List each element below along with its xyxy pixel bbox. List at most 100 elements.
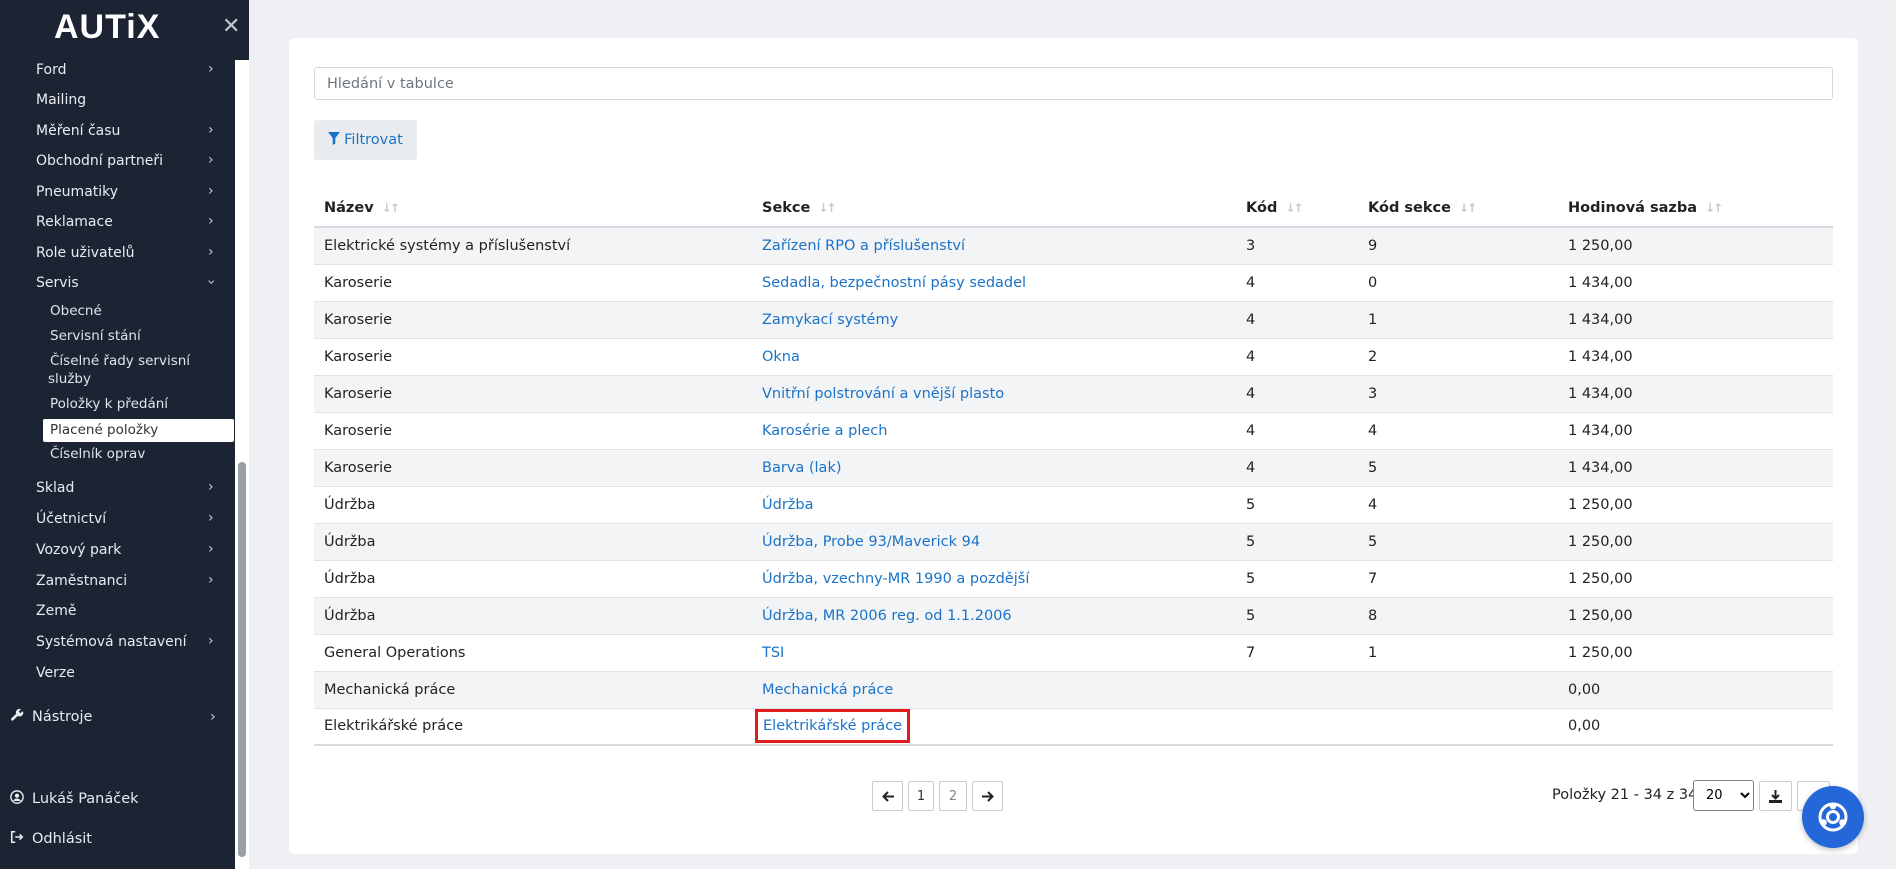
sidebar-subitem-placene-polozky[interactable]: Placené položky bbox=[43, 419, 234, 442]
table-row[interactable]: Karoserie Vnitřní polstrování a vnější pl… bbox=[314, 375, 1833, 413]
sidebar-subitem-ciselne-rady[interactable]: Číselné řady servisní bbox=[50, 353, 190, 369]
sidebar-item-label: Zaměstnanci bbox=[36, 573, 128, 589]
sekce-link[interactable]: Barva (lak) bbox=[762, 460, 842, 476]
sekce-link[interactable]: Údržba, Probe 93/Maverick 94 bbox=[762, 534, 980, 550]
chevron-right-icon: › bbox=[208, 541, 214, 557]
prev-page-button[interactable] bbox=[872, 781, 903, 811]
sidebar-item-ucetnictvi[interactable]: Účetnictví › bbox=[0, 505, 234, 533]
sidebar-item-nastroje[interactable]: Nástroje › bbox=[10, 708, 232, 726]
table-row[interactable]: General Operations TSI 7 1 1 250,00 bbox=[314, 634, 1833, 672]
column-header-nazev[interactable]: Název ↓↑ bbox=[314, 189, 752, 228]
table-row[interactable]: Údržba Údržba, MR 2006 reg. od 1.1.2006 5 8… bbox=[314, 597, 1833, 635]
sidebar-item-sklad[interactable]: Sklad › bbox=[0, 474, 234, 502]
sidebar-item-ford[interactable]: Ford › bbox=[0, 56, 234, 84]
sidebar-item-label: Servis bbox=[36, 275, 79, 291]
page-size-select[interactable]: 20 bbox=[1693, 780, 1754, 811]
sekce-link[interactable]: TSI bbox=[762, 645, 784, 661]
chevron-right-icon: › bbox=[208, 61, 214, 77]
page-button-1[interactable]: 1 bbox=[908, 781, 934, 811]
page-number: 2 bbox=[948, 788, 958, 804]
sidebar-subitem-label: Placené položky bbox=[50, 422, 159, 438]
sidebar-subitem-obecne[interactable]: Obecné bbox=[50, 303, 102, 319]
sekce-link[interactable]: Zamykací systémy bbox=[762, 312, 898, 328]
sekce-link[interactable]: Sedadla, bezpečnostní pásy sedadel bbox=[762, 275, 1026, 291]
sidebar-item-servis[interactable]: Servis › bbox=[0, 269, 234, 297]
table-row[interactable]: Karoserie Barva (lak) 4 5 1 434,00 bbox=[314, 449, 1833, 487]
support-button[interactable] bbox=[1802, 786, 1864, 848]
table-row[interactable]: Údržba Údržba, vzechny-MR 1990 a pozdější… bbox=[314, 560, 1833, 598]
cell-kod: 4 bbox=[1236, 338, 1358, 376]
cell-hodinova-sazba: 1 250,00 bbox=[1558, 634, 1833, 672]
cell-sekce: TSI bbox=[752, 634, 1236, 672]
user-profile[interactable]: Lukáš Panáček bbox=[10, 790, 139, 808]
user-circle-icon bbox=[10, 790, 24, 808]
close-icon[interactable]: ✕ bbox=[222, 16, 240, 38]
sidebar-item-role-uzivatelu[interactable]: Role uživatelů › bbox=[0, 239, 234, 267]
sidebar-item-mailing[interactable]: Mailing bbox=[0, 86, 234, 114]
cell-hodinova-sazba: 1 250,00 bbox=[1558, 227, 1833, 265]
cell-kod-sekce: 4 bbox=[1358, 412, 1558, 450]
cell-kod: 3 bbox=[1236, 227, 1358, 265]
download-button[interactable] bbox=[1759, 781, 1792, 811]
cell-kod-sekce: 1 bbox=[1358, 634, 1558, 672]
sekce-link[interactable]: Údržba bbox=[762, 497, 813, 513]
sidebar-item-vozovy-park[interactable]: Vozový park › bbox=[0, 536, 234, 564]
column-header-hodinova-sazba[interactable]: Hodinová sazba ↓↑ bbox=[1558, 189, 1833, 228]
sort-icon: ↓↑ bbox=[1705, 200, 1723, 215]
sekce-link[interactable]: Karosérie a plech bbox=[762, 423, 887, 439]
column-header-kod-sekce[interactable]: Kód sekce ↓↑ bbox=[1358, 189, 1558, 228]
logout-button[interactable]: Odhlásit bbox=[10, 830, 92, 848]
table-row[interactable]: Mechanická práce Mechanická práce 0,00 bbox=[314, 671, 1833, 709]
cell-kod-sekce: 1 bbox=[1358, 301, 1558, 339]
column-header-sekce[interactable]: Sekce ↓↑ bbox=[752, 189, 1236, 228]
table-search-input[interactable] bbox=[314, 67, 1833, 100]
sidebar-subitem-servisni-stani[interactable]: Servisní stání bbox=[50, 328, 141, 344]
data-table: Název ↓↑ Sekce ↓↑ Kód ↓↑ Kód sekce ↓↑ Hodino… bbox=[314, 189, 1833, 746]
sidebar-item-pneumatiky[interactable]: Pneumatiky › bbox=[0, 178, 234, 206]
filter-button-label: Filtrovat bbox=[344, 132, 403, 148]
sekce-link[interactable]: Údržba, vzechny-MR 1990 a pozdější bbox=[762, 571, 1029, 587]
sidebar-item-zeme[interactable]: Země bbox=[0, 597, 234, 625]
cell-nazev: Karoserie bbox=[314, 412, 752, 450]
table-row[interactable]: Údržba Údržba, Probe 93/Maverick 94 5 5 1 25… bbox=[314, 523, 1833, 561]
table-row[interactable]: Karoserie Zamykací systémy 4 1 1 434,00 bbox=[314, 301, 1833, 339]
sidebar-item-mereni-casu[interactable]: Měření času › bbox=[0, 117, 234, 145]
page-button-2[interactable]: 2 bbox=[939, 781, 967, 811]
cell-hodinova-sazba: 0,00 bbox=[1558, 671, 1833, 709]
cell-sekce: Mechanická práce bbox=[752, 671, 1236, 709]
sidebar-item-obchodni-partneri[interactable]: Obchodní partneři › bbox=[0, 147, 234, 175]
table-row[interactable]: Karoserie Okna 4 2 1 434,00 bbox=[314, 338, 1833, 376]
filter-button[interactable]: Filtrovat bbox=[314, 120, 417, 160]
sekce-link[interactable]: Vnitřní polstrování a vnější plasto bbox=[762, 386, 1004, 402]
column-header-kod[interactable]: Kód ↓↑ bbox=[1236, 189, 1358, 228]
cell-sekce: Údržba, vzechny-MR 1990 a pozdější bbox=[752, 560, 1236, 598]
table-row[interactable]: Údržba Údržba 5 4 1 250,00 bbox=[314, 486, 1833, 524]
next-page-button[interactable] bbox=[972, 781, 1003, 811]
cell-kod-sekce bbox=[1358, 671, 1558, 709]
sidebar-item-label: Role uživatelů bbox=[36, 245, 135, 261]
cell-kod-sekce: 2 bbox=[1358, 338, 1558, 376]
sidebar-item-systemova-nastaveni[interactable]: Systémová nastavení › bbox=[0, 628, 234, 656]
table-row[interactable]: Karoserie Karosérie a plech 4 4 1 434,00 bbox=[314, 412, 1833, 450]
sekce-link[interactable]: Elektrikářské práce bbox=[754, 709, 911, 744]
sekce-link[interactable]: Zařízení RPO a příslušenství bbox=[762, 238, 965, 254]
cell-hodinova-sazba: 1 434,00 bbox=[1558, 301, 1833, 339]
sekce-link[interactable]: Údržba, MR 2006 reg. od 1.1.2006 bbox=[762, 608, 1012, 624]
column-header-label: Sekce bbox=[762, 199, 811, 216]
main-card: Filtrovat Název ↓↑ Sekce ↓↑ Kód ↓↑ Kód sekc… bbox=[289, 38, 1864, 854]
sidebar-item-reklamace[interactable]: Reklamace › bbox=[0, 208, 234, 236]
sidebar-subitem-ciselnik-oprav[interactable]: Číselník oprav bbox=[50, 446, 145, 462]
cell-hodinova-sazba: 0,00 bbox=[1558, 708, 1833, 746]
sidebar-item-zamestnanci[interactable]: Zaměstnanci › bbox=[0, 567, 234, 595]
sekce-link[interactable]: Mechanická práce bbox=[762, 682, 893, 698]
sidebar-subitem-ciselne-rady-cont[interactable]: služby bbox=[48, 371, 91, 387]
sidebar-item-verze[interactable]: Verze bbox=[0, 659, 234, 687]
cell-kod-sekce: 5 bbox=[1358, 523, 1558, 561]
table-row[interactable]: Karoserie Sedadla, bezpečnostní pásy seda… bbox=[314, 264, 1833, 302]
table-row[interactable]: Elektrické systémy a příslušenství Zaříze… bbox=[314, 227, 1833, 265]
cell-nazev: Karoserie bbox=[314, 301, 752, 339]
sidebar-subitem-polozky-k-predani[interactable]: Položky k předání bbox=[50, 396, 168, 412]
table-row[interactable]: Elektrikářské práce Elektrikářské práce 0,… bbox=[314, 708, 1833, 746]
sidebar-scrollbar-thumb[interactable] bbox=[238, 462, 246, 857]
sekce-link[interactable]: Okna bbox=[762, 349, 800, 365]
